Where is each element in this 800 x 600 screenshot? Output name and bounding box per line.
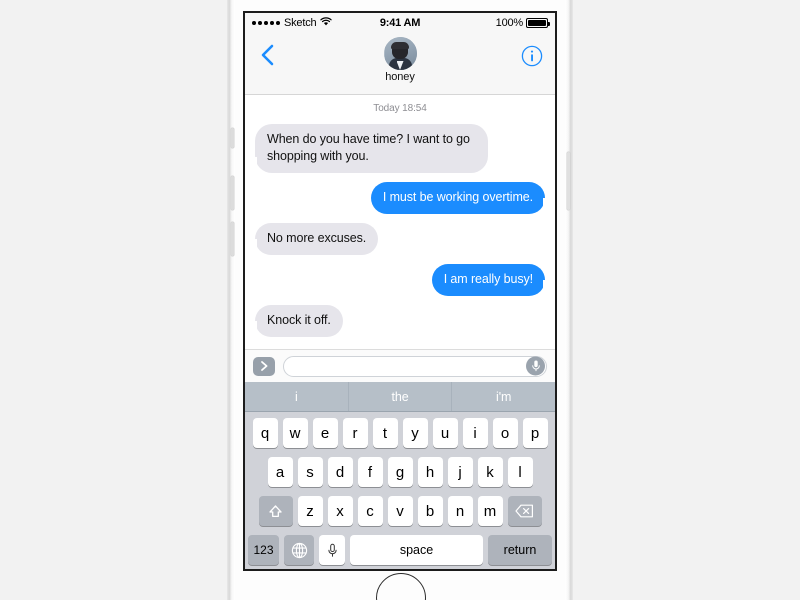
key-g[interactable]: g [387, 457, 413, 487]
key-m[interactable]: m [477, 496, 503, 526]
day-timestamp: Today 18:54 [373, 103, 427, 114]
incoming-message-bubble[interactable]: When do you have time? I want to go shop… [249, 124, 488, 173]
globe-icon [291, 542, 307, 558]
contact-name: honey [385, 71, 415, 83]
predictive-suggestion[interactable]: i'm [451, 382, 555, 411]
incoming-message-bubble[interactable]: No more excuses. [248, 223, 379, 255]
info-circle-icon [521, 45, 543, 67]
predictive-text-bar: i the i'm [245, 382, 555, 412]
phone-left-edge [227, 0, 235, 600]
key-p[interactable]: p [522, 418, 548, 448]
volume-up-button[interactable] [231, 176, 234, 210]
keyboard-row-2: asdfghjkl [248, 457, 552, 487]
avatar[interactable] [383, 37, 417, 70]
power-button[interactable] [567, 152, 570, 210]
key-b[interactable]: b [417, 496, 443, 526]
microphone-icon [327, 543, 337, 557]
outgoing-message-bubble[interactable]: I must be working overtime. [370, 182, 552, 214]
key-r[interactable]: r [342, 418, 368, 448]
key-d[interactable]: d [327, 457, 353, 487]
chevron-left-icon [261, 44, 274, 66]
back-button[interactable] [256, 43, 278, 67]
key-k[interactable]: k [477, 457, 503, 487]
status-bar-clock: 9:41 AM [379, 17, 421, 29]
key-j[interactable]: j [447, 457, 473, 487]
key-w[interactable]: w [282, 418, 308, 448]
key-s[interactable]: s [297, 457, 323, 487]
return-key[interactable]: return [488, 535, 552, 565]
key-l[interactable]: l [507, 457, 533, 487]
status-bar: Sketch 9:41 AM 100% [245, 13, 555, 33]
keyboard-letters-row-3: zxcvbnm [297, 496, 503, 526]
key-v[interactable]: v [387, 496, 413, 526]
key-h[interactable]: h [417, 457, 443, 487]
message-text-field[interactable] [283, 355, 547, 377]
key-u[interactable]: u [432, 418, 458, 448]
messages-container: When do you have time? I want to go shop… [248, 124, 552, 337]
mute-switch[interactable] [231, 128, 234, 148]
voice-message-button[interactable] [526, 356, 545, 376]
navigation-bar: honey [245, 33, 555, 95]
incoming-message-bubble[interactable]: Knock it off. [249, 305, 343, 337]
message-row: Knock it off. [249, 305, 545, 337]
microphone-icon [531, 360, 540, 372]
delete-key[interactable] [507, 496, 542, 526]
key-t[interactable]: t [372, 418, 398, 448]
keyboard-row-4: 123 space return [248, 535, 552, 565]
key-q[interactable]: q [252, 418, 278, 448]
message-row: When do you have time? I want to go shop… [249, 124, 545, 173]
dictation-key[interactable] [319, 535, 345, 565]
keyboard-row-1: qwertyuiop [248, 418, 552, 448]
shift-arrow-icon [269, 504, 282, 517]
predictive-suggestion[interactable]: the [347, 382, 452, 411]
volume-down-button[interactable] [231, 222, 234, 256]
key-c[interactable]: c [357, 496, 383, 526]
contact-header[interactable]: honey [383, 37, 417, 83]
key-y[interactable]: y [402, 418, 428, 448]
key-z[interactable]: z [297, 496, 323, 526]
info-button[interactable] [521, 45, 543, 67]
key-o[interactable]: o [492, 418, 518, 448]
message-row: I am really busy! [255, 264, 552, 296]
message-row: No more excuses. [248, 223, 545, 255]
numbers-key[interactable]: 123 [248, 535, 279, 565]
phone-right-edge [565, 0, 573, 600]
battery-icon [526, 18, 550, 28]
key-x[interactable]: x [327, 496, 353, 526]
more-options-button[interactable] [253, 356, 275, 376]
message-input-bar [245, 349, 555, 382]
predictive-suggestion[interactable]: i [245, 382, 348, 411]
key-e[interactable]: e [312, 418, 338, 448]
globe-key[interactable] [284, 535, 314, 565]
phone-screen: Sketch 9:41 AM 100% honey Today 18:54 Wh… [243, 11, 557, 571]
key-n[interactable]: n [447, 496, 473, 526]
chevron-right-icon [260, 361, 267, 371]
backspace-icon [515, 504, 533, 518]
screenshot-stage: Sketch 9:41 AM 100% honey Today 18:54 Wh… [0, 0, 800, 600]
keyboard-row-3: zxcvbnm [248, 496, 552, 526]
space-key[interactable]: space [350, 535, 483, 565]
message-list[interactable]: Today 18:54 When do you have time? I wan… [245, 95, 555, 349]
key-f[interactable]: f [357, 457, 383, 487]
key-i[interactable]: i [462, 418, 488, 448]
shift-key[interactable] [258, 496, 293, 526]
outgoing-message-bubble[interactable]: I am really busy! [431, 264, 552, 296]
message-row: I must be working overtime. [255, 182, 552, 214]
on-screen-keyboard: qwertyuiop asdfghjkl zxcvbnm 123 space r… [245, 412, 555, 569]
key-a[interactable]: a [267, 457, 293, 487]
